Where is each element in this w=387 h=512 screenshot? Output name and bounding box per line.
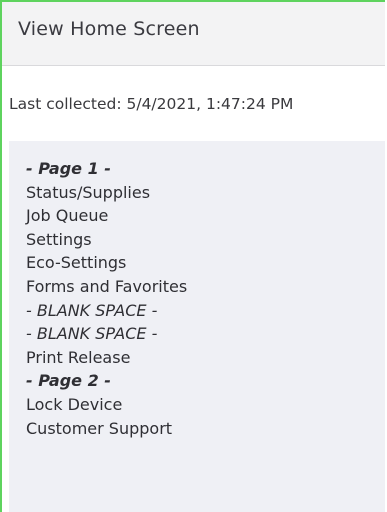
list-item-job-queue: Job Queue: [26, 206, 109, 226]
home-screen-list: - Page 1 - Status/Supplies Job Queue Set…: [26, 157, 187, 440]
list-item-lock-device: Lock Device: [26, 394, 123, 414]
list-item-blank-space: - BLANK SPACE -: [26, 300, 158, 320]
page-1-heading: - Page 1 -: [26, 159, 111, 178]
list-item-settings: Settings: [26, 229, 92, 249]
list-item-print-release: Print Release: [26, 347, 131, 367]
panel-header: View Home Screen: [2, 2, 385, 66]
list-item-forms-and-favorites: Forms and Favorites: [26, 276, 188, 296]
list-item-status-supplies: Status/Supplies: [26, 182, 151, 202]
last-collected-text: Last collected: 5/4/2021, 1:47:24 PM: [9, 95, 294, 113]
list-item-eco-settings: Eco-Settings: [26, 253, 127, 273]
list-item-customer-support: Customer Support: [26, 418, 173, 438]
page-2-heading: - Page 2 -: [26, 371, 111, 391]
panel-title: View Home Screen: [18, 18, 200, 40]
list-item-blank-space: - BLANK SPACE -: [26, 324, 158, 344]
